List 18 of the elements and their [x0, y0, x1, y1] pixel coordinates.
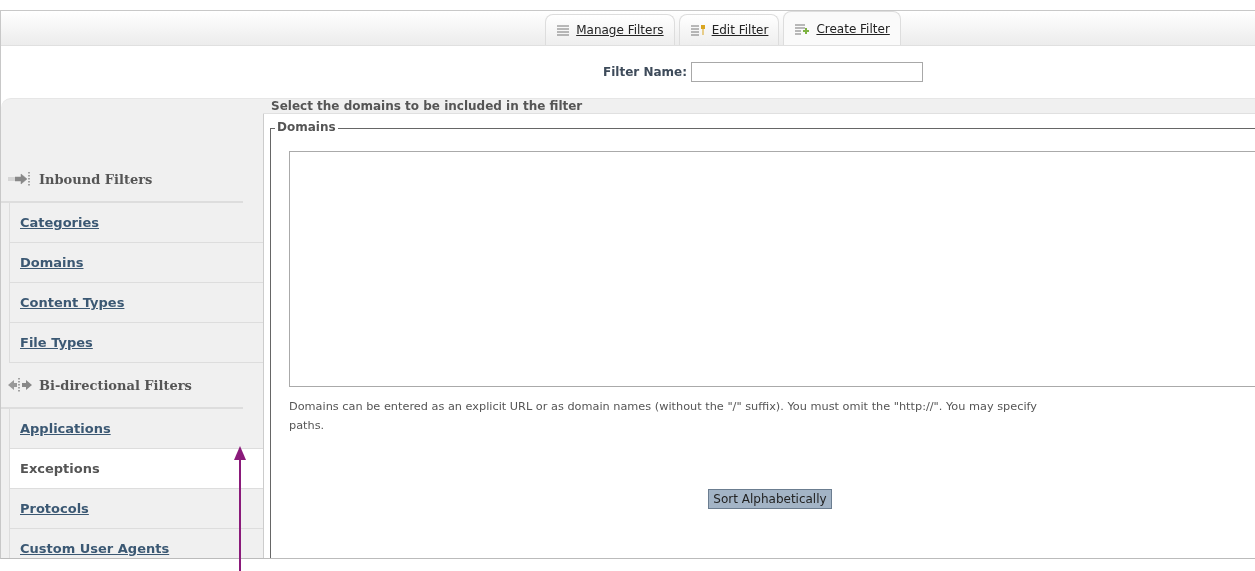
tab[interactable]: Create Filter	[783, 11, 901, 45]
right-arrow-icon	[7, 172, 33, 186]
domains-field[interactable]	[289, 151, 1255, 387]
filter-name-field[interactable]	[691, 62, 923, 82]
sidebar-group-title: Inbound Filters	[39, 171, 153, 187]
tab[interactable]: Manage Filters	[545, 14, 675, 45]
fieldset-legend: Domains	[275, 120, 338, 134]
list-icon	[556, 24, 571, 36]
list-plus-icon	[794, 22, 811, 35]
double-arrow-icon	[7, 378, 33, 392]
sidebar-item[interactable]: Exceptions	[10, 449, 263, 489]
help-text: Domains can be entered as an explicit URL or as domain names (without the "/" suffix). You must omit the "http://". You may specify	[289, 399, 1039, 415]
sidebar-group-title: Bi-directional Filters	[39, 377, 192, 393]
list-wrench-icon	[689, 24, 706, 36]
tab[interactable]: Edit Filter	[678, 14, 780, 45]
sort-button[interactable]: Sort Alphabetically	[708, 489, 832, 509]
filter-name-label: Filter Name:	[603, 65, 687, 79]
help-text: paths.	[289, 418, 326, 434]
